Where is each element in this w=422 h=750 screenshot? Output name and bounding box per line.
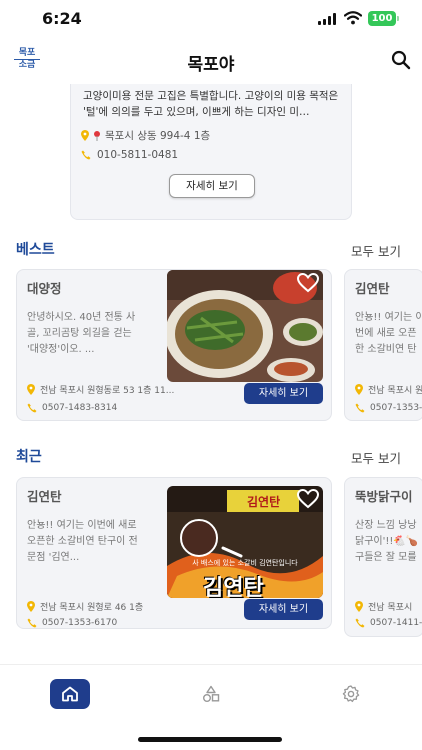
shop-description: 산장 느낌 낭낭 닭구이'!!🐔🍗 구들은 잘 모를 [355,520,419,563]
recent-section-title: 최근 [16,449,42,465]
shop-address-text: 전남 목포시 원형동로 53 1층 11... [40,386,175,396]
best-see-all-link[interactable]: 모두 보기 [351,241,401,260]
photo-overlay-title: 김연탄 [203,576,264,598]
shop-name: 대양정 [27,281,62,296]
phone-icon [27,618,37,628]
shop-name: 김연탄 [27,489,62,504]
settings-gear-icon[interactable] [342,685,360,703]
shop-phone: 0507-1483-8314 [27,403,117,413]
shop-photo [167,270,323,382]
featured-shop-description: 고양이미용 전문 고집은 특별합니다. 고양이의 미용 목적은 '털'에 의의를… [83,90,339,118]
best-section-title: 베스트 [16,242,55,258]
shop-address: 전남 목포시 원 [355,383,422,396]
featured-shop-phone: 010-5811-0481 [81,149,178,161]
shop-address-text: 전남 목포시 원형로 46 1층 [40,603,144,613]
recent-shop-card[interactable]: 김연탄 안뇽!! 여기는 이번에 새로 오픈한 소갈비연 탄구이 전문점 '김연… [16,477,332,629]
location-pin-icon [355,601,363,612]
shop-name: 김연탄 [355,281,390,296]
location-pin-icon [94,130,100,141]
location-pin-icon [27,601,35,612]
best-shop-card-peek[interactable]: 김연탄 안뇽!! 여기는 이번에 새로 오픈한 소갈비연 탄구이 전문점 전남 … [344,269,422,421]
shapes-icon[interactable] [202,685,220,703]
shop-description: 안녕하시오. 40년 전통 사골, 꼬리곰탕 외길을 걷는 '대양정'이오. .… [27,312,136,355]
featured-shop-card[interactable]: 고양이미용 전문 고집은 특별합니다. 고양이의 미용 목적은 '털'에 의의를… [70,84,352,220]
shop-photo: 김연탄 사 배스에 있는 소갈비 김연탄입니다 김연탄 [167,486,323,598]
favorite-heart-icon[interactable] [297,273,319,293]
page-title: 목포야 [187,55,235,75]
search-icon[interactable] [391,50,411,70]
shop-phone-text: 0507-1483-8314 [42,403,118,413]
featured-shop-phone-text: 010-5811-0481 [97,149,179,161]
shop-address-text: 전남 목포시 원 [368,386,422,396]
phone-icon [81,150,91,160]
shop-address: 전남 목포시 원형로 46 1층 [27,600,143,613]
location-pin-icon [355,384,363,395]
battery-icon: 100 [368,11,399,26]
shop-phone: 0507-1353- [355,403,422,413]
tab-home[interactable] [50,679,90,709]
photo-caption-text: 사 배스에 있는 소갈비 김연탄입니다 [192,559,298,567]
phone-icon [355,403,365,413]
shop-address: 전남 목포시 원형동로 53 1층 11... [27,383,174,396]
featured-shop-address-text: 목포시 상동 994-4 1층 [105,130,211,142]
shop-phone-text: 0507-1353- [370,403,422,413]
cellular-signal-icon [318,13,338,25]
home-icon [62,686,78,702]
shop-phone: 0507-1411- [355,618,422,628]
shop-address-text: 전남 목포시 [368,603,413,613]
favorite-heart-icon[interactable] [297,489,319,509]
wifi-icon [344,11,362,25]
recent-shop-card-peek[interactable]: 뚝방닭구이 산장 느낌 낭낭 닭구이'!!🐔🍗 구들은 잘 모를 전남 목포시 … [344,477,422,637]
status-bar: 6:24 100 [0,0,422,40]
shop-phone: 0507-1353-6170 [27,618,117,628]
shop-description: 안뇽!! 여기는 이번에 새로 오픈한 소갈비연 탄구이 전문점 [355,312,422,355]
shop-detail-button[interactable]: 자세히 보기 [244,383,323,404]
recent-see-all-link[interactable]: 모두 보기 [351,448,401,467]
shop-name: 뚝방닭구이 [355,489,413,504]
restaurant-sign-text: 김연탄 [247,495,281,509]
shop-phone-text: 0507-1353-6170 [42,618,118,628]
home-indicator [138,737,282,742]
featured-shop-address: 목포시 상동 994-4 1층 [81,128,210,143]
shop-description: 안뇽!! 여기는 이번에 새로 오픈한 소갈비연 탄구이 전문점 '김연... [27,520,138,563]
shop-phone-text: 0507-1411- [370,618,422,628]
best-shop-card[interactable]: 대양정 안녕하시오. 40년 전통 사골, 꼬리곰탕 외길을 걷는 '대양정'이… [16,269,332,421]
phone-icon [27,403,37,413]
status-time: 6:24 [42,9,82,28]
shop-detail-button[interactable]: 자세히 보기 [244,599,323,620]
location-pin-icon [81,130,89,141]
shop-address: 전남 목포시 [355,600,412,613]
phone-icon [355,618,365,628]
location-pin-icon [27,384,35,395]
app-header: 목포 소금 목포야 [0,40,422,84]
featured-shop-detail-button[interactable]: 자세히 보기 [169,174,255,198]
